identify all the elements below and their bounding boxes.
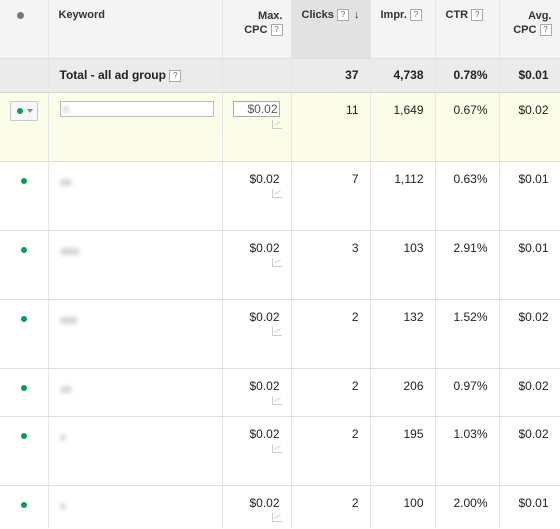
table-row[interactable]: $0.02 7 1,112 0.63% $0.01 [0, 161, 560, 231]
mini-chart-icon[interactable] [271, 189, 282, 198]
table-row[interactable]: $0.02 3 103 2.91% $0.01 [0, 230, 560, 300]
redacted-keyword [62, 106, 69, 113]
redacted-keyword[interactable] [59, 503, 66, 510]
status-header-dot-icon [17, 12, 24, 19]
avg-cpc-help-icon[interactable]: ? [539, 24, 552, 36]
sort-desc-arrow-icon: ↓ [354, 9, 360, 21]
ctr-cell: 0.97% [453, 379, 488, 393]
clicks-cell: 7 [351, 172, 359, 186]
total-impr: 4,738 [393, 68, 424, 82]
ctr-cell: 0.67% [453, 103, 488, 117]
max-cpc-cell[interactable]: $0.02 [249, 379, 279, 393]
redacted-keyword[interactable] [59, 434, 66, 441]
table-row[interactable]: $0.02 2 132 1.52% $0.02 [0, 299, 560, 369]
ctr-column-header[interactable]: CTR ? [435, 0, 500, 59]
avg-cpc-cell: $0.02 [518, 310, 549, 324]
impr-cell: 100 [403, 496, 424, 510]
ctr-cell: 2.00% [453, 496, 488, 510]
impr-cell: 195 [403, 427, 424, 441]
avg-cpc-cell: $0.01 [518, 241, 549, 255]
status-dot-icon[interactable] [20, 385, 27, 391]
avg-cpc-column-header[interactable]: Avg. CPC ? [499, 0, 560, 59]
status-dot-icon[interactable] [20, 316, 27, 322]
redacted-keyword[interactable] [59, 248, 80, 255]
avg-cpc-cell: $0.02 [518, 379, 549, 393]
clicks-column-header[interactable]: Clicks ? ↓ [291, 0, 371, 59]
avg-cpc-cell: $0.01 [518, 496, 549, 510]
avg-cpc-header-label-line2: CPC [513, 24, 537, 36]
keywords-table: Keyword Max. CPC ? Clicks ? ↓ Impr. ? CT… [0, 0, 560, 528]
ctr-help-icon[interactable]: ? [471, 9, 484, 21]
impr-header-label: Impr. [380, 9, 407, 21]
total-avg-cpc: $0.01 [518, 68, 549, 82]
status-dot-icon[interactable] [20, 178, 27, 184]
caret-down-icon [26, 109, 33, 113]
clicks-cell: 3 [351, 241, 359, 255]
table-row[interactable]: $0.02 2 206 0.97% $0.02 [0, 368, 560, 417]
redacted-keyword[interactable] [59, 386, 72, 393]
redacted-keyword[interactable] [59, 179, 72, 186]
max-cpc-cell[interactable]: $0.02 [249, 427, 279, 441]
clicks-cell: 2 [351, 310, 359, 324]
avg-cpc-cell: $0.02 [518, 103, 549, 117]
clicks-header-label: Clicks [301, 9, 334, 21]
impr-cell: 1,649 [393, 103, 424, 117]
clicks-help-icon[interactable]: ? [336, 9, 349, 21]
total-label: Total - all ad group [59, 68, 166, 82]
ctr-cell: 2.91% [453, 241, 488, 255]
max-cpc-cell[interactable]: $0.02 [249, 496, 279, 510]
clicks-cell: 2 [351, 379, 359, 393]
mini-chart-icon[interactable] [271, 444, 282, 453]
max-cpc-cell[interactable]: $0.02 [249, 310, 279, 324]
max-cpc-help-icon[interactable]: ? [270, 24, 283, 36]
table-row[interactable]: $0.02 11 1,649 0.67% $0.02 [0, 92, 560, 162]
header-row: Keyword Max. CPC ? Clicks ? ↓ Impr. ? CT… [0, 0, 560, 59]
max-cpc-cell[interactable]: $0.02 [249, 241, 279, 255]
avg-cpc-cell: $0.02 [518, 427, 549, 441]
impr-cell: 1,112 [394, 172, 424, 186]
max-cpc-header-label-line1: Max. [258, 10, 283, 22]
max-cpc-cell[interactable]: $0.02 [249, 172, 279, 186]
keyword-header-label: Keyword [58, 9, 105, 21]
status-dropdown-button[interactable] [9, 101, 38, 121]
avg-cpc-cell: $0.01 [518, 172, 549, 186]
table-row[interactable]: $0.02 2 195 1.03% $0.02 [0, 416, 560, 486]
total-ctr: 0.78% [453, 68, 488, 82]
table-row[interactable]: $0.02 2 100 2.00% $0.01 [0, 485, 560, 528]
ctr-header-label: CTR [445, 9, 469, 21]
max-cpc-column-header[interactable]: Max. CPC ? [222, 0, 292, 59]
mini-chart-icon[interactable] [271, 513, 282, 522]
status-dot-icon[interactable] [20, 433, 27, 439]
max-cpc-edit-field[interactable]: $0.02 [232, 101, 280, 117]
mini-chart-icon[interactable] [271, 396, 282, 405]
total-help-icon[interactable]: ? [169, 70, 182, 82]
ctr-cell: 1.03% [453, 427, 488, 441]
redacted-keyword[interactable] [59, 317, 78, 324]
impr-cell: 103 [403, 241, 424, 255]
clicks-cell: 2 [351, 496, 359, 510]
status-column-header[interactable] [0, 0, 49, 59]
ctr-cell: 0.63% [453, 172, 488, 186]
clicks-cell: 2 [351, 427, 359, 441]
ctr-cell: 1.52% [453, 310, 488, 324]
avg-cpc-header-label-line1: Avg. [528, 10, 552, 22]
total-row: Total - all ad group ? 37 4,738 0.78% $0… [0, 58, 560, 93]
total-clicks: 37 [345, 68, 359, 82]
clicks-cell: 11 [346, 103, 359, 117]
impr-help-icon[interactable]: ? [409, 9, 422, 21]
impr-cell: 132 [403, 310, 424, 324]
impr-column-header[interactable]: Impr. ? [370, 0, 436, 59]
keyword-edit-field[interactable] [59, 101, 214, 117]
max-cpc-header-label-line2: CPC [244, 24, 268, 36]
mini-chart-icon[interactable] [271, 258, 282, 267]
status-dot-icon[interactable] [20, 502, 27, 508]
mini-chart-icon[interactable] [271, 327, 282, 336]
keyword-column-header[interactable]: Keyword [48, 0, 223, 59]
mini-chart-icon[interactable] [271, 120, 282, 129]
impr-cell: 206 [403, 379, 424, 393]
status-dot-icon[interactable] [20, 247, 27, 253]
status-dot-icon [16, 108, 23, 114]
